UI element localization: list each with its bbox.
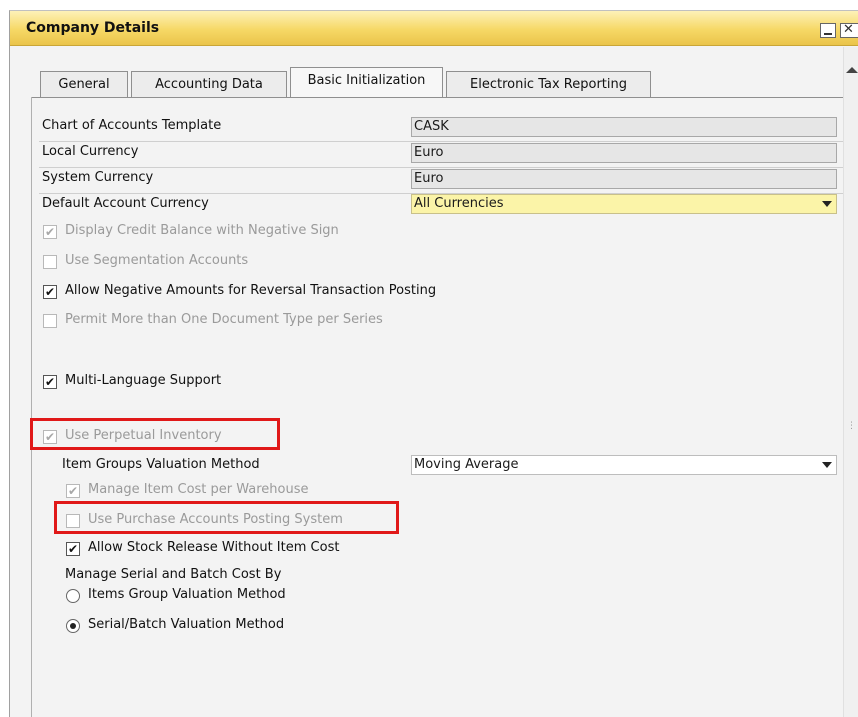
window-title: Company Details — [26, 20, 160, 36]
serial-batch-cost-label: Manage Serial and Batch Cost By — [65, 567, 282, 582]
negative-reversal-checkbox[interactable]: ✔ — [43, 285, 57, 299]
item-cost-warehouse-label: Manage Item Cost per Warehouse — [88, 482, 309, 497]
system-currency-field: Euro — [411, 169, 837, 189]
local-currency-value: Euro — [414, 145, 444, 160]
credit-balance-negative-checkbox[interactable]: ✔ — [43, 225, 57, 239]
segmentation-accounts-checkbox[interactable] — [43, 255, 57, 269]
items-group-valuation-label: Items Group Valuation Method — [88, 587, 286, 602]
local-currency-field: Euro — [411, 143, 837, 163]
purchase-accounts-checkbox[interactable] — [66, 514, 80, 528]
tab-panel-border — [31, 97, 843, 98]
valuation-method-value: Moving Average — [414, 457, 519, 472]
tab-electronic-tax-reporting[interactable]: Electronic Tax Reporting — [446, 71, 651, 97]
scroll-up-arrow-icon[interactable] — [846, 67, 858, 73]
negative-reversal-label: Allow Negative Amounts for Reversal Tran… — [65, 283, 437, 298]
perpetual-inventory-label: Use Perpetual Inventory — [65, 428, 222, 443]
dropdown-arrow-icon[interactable] — [822, 462, 832, 468]
tab-accounting-data-label: Accounting Data — [155, 77, 263, 92]
purchase-accounts-label: Use Purchase Accounts Posting System — [88, 512, 343, 527]
tab-general[interactable]: General — [40, 71, 128, 97]
multi-language-checkbox[interactable]: ✔ — [43, 375, 57, 389]
scroll-grip-icon[interactable]: ⋮⋮ — [847, 422, 858, 431]
tab-panel-left-border — [31, 97, 32, 717]
default-account-currency-select[interactable]: All Currencies — [411, 194, 837, 214]
company-details-window: Company Details ✕ ⋮⋮ General Accounting … — [9, 10, 858, 717]
items-group-valuation-radio[interactable] — [66, 589, 80, 603]
tab-basic-initialization[interactable]: Basic Initialization — [290, 67, 443, 97]
serial-batch-valuation-label: Serial/Batch Valuation Method — [88, 617, 285, 632]
tab-general-label: General — [58, 77, 110, 92]
tab-basic-initialization-label: Basic Initialization — [307, 73, 426, 88]
stock-release-checkbox[interactable]: ✔ — [66, 542, 80, 556]
default-account-currency-value: All Currencies — [414, 196, 504, 211]
chart-template-value: CASK — [414, 119, 449, 134]
item-cost-warehouse-checkbox[interactable]: ✔ — [66, 484, 80, 498]
perpetual-inventory-checkbox[interactable]: ✔ — [43, 430, 57, 444]
local-currency-label: Local Currency — [42, 144, 139, 159]
system-currency-label: System Currency — [42, 170, 154, 185]
multiple-doc-types-checkbox[interactable] — [43, 314, 57, 328]
close-icon[interactable]: ✕ — [840, 23, 858, 38]
row-divider — [39, 141, 843, 142]
tab-electronic-tax-reporting-label: Electronic Tax Reporting — [470, 77, 627, 92]
multiple-doc-types-label: Permit More than One Document Type per S… — [65, 312, 383, 327]
chart-template-label: Chart of Accounts Template — [42, 118, 222, 133]
segmentation-accounts-label: Use Segmentation Accounts — [65, 253, 249, 268]
default-account-currency-label: Default Account Currency — [42, 196, 209, 211]
valuation-method-label: Item Groups Valuation Method — [62, 457, 260, 472]
minimize-icon[interactable] — [820, 23, 836, 38]
credit-balance-negative-label: Display Credit Balance with Negative Sig… — [65, 223, 339, 238]
serial-batch-valuation-radio[interactable] — [66, 619, 80, 633]
row-divider — [39, 167, 843, 168]
stock-release-label: Allow Stock Release Without Item Cost — [88, 540, 340, 555]
chart-template-field: CASK — [411, 117, 837, 137]
dropdown-arrow-icon[interactable] — [822, 201, 832, 207]
title-bar[interactable]: Company Details ✕ — [10, 11, 858, 46]
multi-language-label: Multi-Language Support — [65, 373, 222, 388]
tab-accounting-data[interactable]: Accounting Data — [131, 71, 287, 97]
valuation-method-select[interactable]: Moving Average — [411, 455, 837, 475]
system-currency-value: Euro — [414, 171, 444, 186]
vertical-scrollbar[interactable]: ⋮⋮ — [843, 47, 858, 717]
